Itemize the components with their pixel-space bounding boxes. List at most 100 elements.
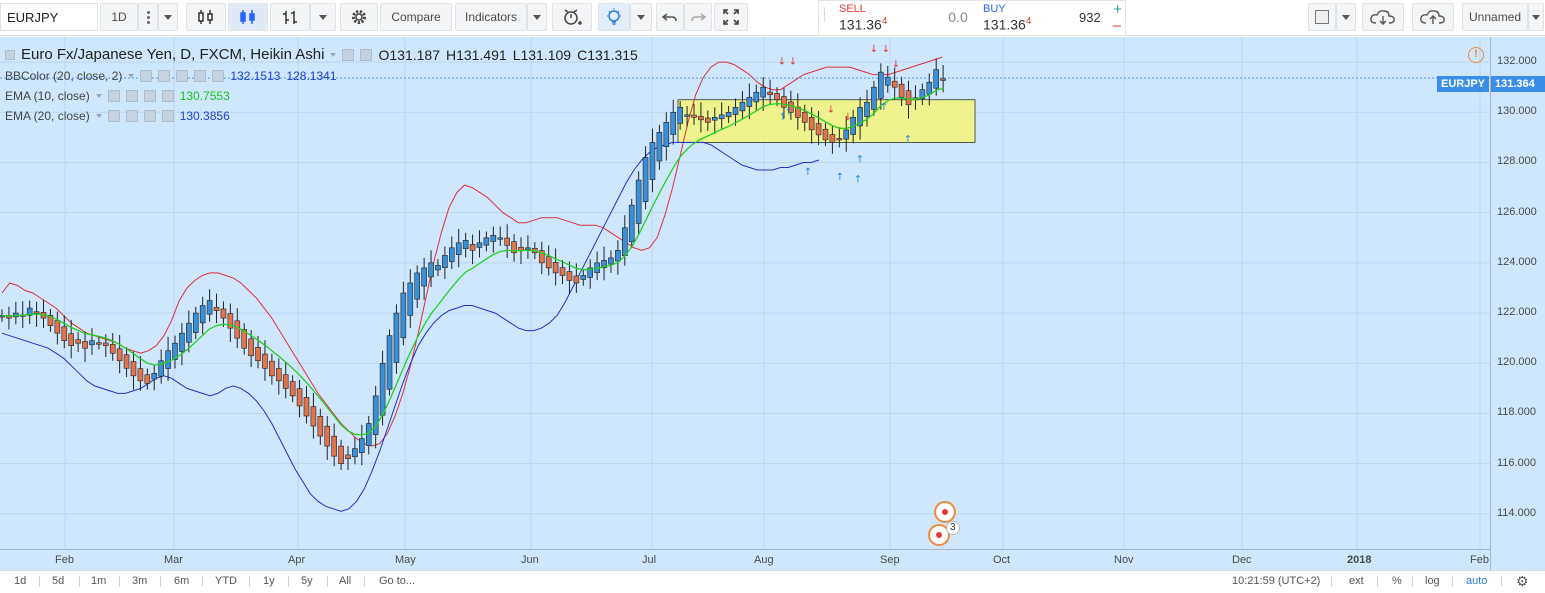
clock-time[interactable]: 10:21:59 (UTC+2) (1232, 575, 1320, 587)
square-icon (1315, 10, 1329, 24)
alarm-clock-icon (564, 9, 582, 25)
range-1y-button[interactable]: 1y (263, 575, 275, 587)
add-icon[interactable] (194, 70, 207, 82)
price-axis[interactable]: 132.000 130.000 128.000 126.000 124.000 122.0… (1490, 37, 1545, 570)
candle (116, 334, 123, 374)
chevron-down-icon (533, 14, 541, 20)
layout-dropdown[interactable] (1528, 3, 1544, 31)
color-square-button[interactable] (1308, 3, 1336, 31)
candle (635, 171, 642, 235)
layout-name-button[interactable]: Unnamed (1462, 3, 1528, 31)
add-icon[interactable] (143, 90, 156, 102)
range-3m-button[interactable]: 3m (132, 575, 147, 587)
sell-signal-arrow: ↓ (892, 59, 900, 70)
range-all-button[interactable]: All (339, 575, 351, 587)
interval-dropdown[interactable] (158, 3, 178, 31)
time-tick: Aug (754, 554, 774, 566)
range-1m-button[interactable]: 1m (91, 575, 106, 587)
auto-toggle[interactable]: auto (1466, 575, 1487, 587)
range-5d-button[interactable]: 5d (52, 575, 64, 587)
goto-button[interactable]: Go to... (379, 575, 415, 587)
bars-style-button[interactable] (186, 3, 226, 31)
load-layout-button[interactable] (1362, 3, 1404, 31)
candle (317, 408, 324, 445)
time-tick: Dec (1232, 554, 1252, 566)
settings-button[interactable] (340, 3, 378, 31)
candle (275, 358, 282, 395)
event-marker-icon[interactable] (934, 501, 956, 523)
sell-price: 131.36 (839, 16, 882, 33)
sell-button[interactable]: SELL 131.364 (833, 1, 931, 35)
quantity-decrease-button[interactable]: – (1113, 17, 1121, 34)
warning-icon[interactable]: ! (1468, 47, 1484, 63)
settings-icon[interactable] (125, 110, 138, 122)
fullscreen-button[interactable] (714, 3, 748, 31)
ext-toggle[interactable]: ext (1349, 575, 1364, 587)
candle (365, 415, 372, 455)
quantity-value[interactable]: 932 (1079, 10, 1101, 25)
percent-toggle[interactable]: % (1392, 575, 1402, 587)
buy-signal-arrow: ↑ (804, 167, 812, 178)
add-icon[interactable] (143, 110, 156, 122)
indicators-dropdown[interactable] (527, 3, 547, 31)
alert-button[interactable] (552, 3, 592, 31)
interval-button[interactable]: 1D (100, 3, 138, 31)
chart-type-dropdown[interactable] (310, 3, 336, 31)
high-value: H131.491 (445, 46, 507, 63)
settings-icon[interactable] (360, 48, 373, 61)
remove-icon[interactable] (161, 90, 174, 102)
undo-button[interactable] (656, 3, 684, 31)
drag-handle-icon[interactable]: ⁞ ⁞ (823, 8, 826, 24)
eye-icon[interactable] (107, 90, 120, 102)
indicators-button[interactable]: Indicators (455, 3, 527, 31)
candle (213, 293, 220, 324)
redo-button[interactable] (684, 3, 712, 31)
candle (144, 368, 151, 390)
candle (656, 124, 663, 170)
chevron-down-icon[interactable] (95, 114, 102, 118)
symbol-input[interactable] (0, 3, 98, 31)
source-icon[interactable] (176, 70, 189, 82)
interval-menu-icon[interactable] (138, 3, 158, 31)
range-6m-button[interactable]: 6m (174, 575, 189, 587)
range-ytd-button[interactable]: YTD (215, 575, 237, 587)
log-toggle[interactable]: log (1425, 575, 1440, 587)
last-price-badge: 131.364 (1491, 76, 1545, 92)
price-tick: 118.000 (1497, 406, 1536, 419)
chevron-down-icon[interactable] (95, 94, 102, 98)
save-layout-button[interactable] (1412, 3, 1454, 31)
eye-icon[interactable] (342, 48, 355, 61)
price-tick: 126.000 (1497, 205, 1537, 218)
time-axis[interactable]: Feb Mar Apr May Jun Jul Aug Sep Oct Nov Dec 2018 Feb (0, 549, 1490, 570)
event-cluster-badge[interactable]: 3 (946, 521, 960, 535)
range-5y-button[interactable]: 5y (301, 575, 313, 587)
cloud-upload-icon (1420, 10, 1445, 24)
settings-icon[interactable] (158, 70, 171, 82)
sell-signal-arrow: ↓ (827, 104, 835, 115)
color-square-dropdown[interactable] (1336, 3, 1356, 31)
ideas-dropdown[interactable] (630, 3, 652, 31)
quantity-increase-button[interactable]: + (1113, 1, 1122, 18)
candle (158, 349, 164, 384)
collapse-legend-icon[interactable] (5, 49, 15, 60)
candles-style-button[interactable] (228, 3, 268, 31)
eye-icon[interactable] (140, 70, 153, 82)
ideas-button[interactable] (598, 3, 630, 31)
settings-icon[interactable] (125, 90, 138, 102)
remove-icon[interactable] (212, 70, 225, 82)
range-1d-button[interactable]: 1d (14, 575, 26, 587)
chart-type-button[interactable] (270, 3, 310, 31)
candle (525, 235, 531, 259)
candle (476, 230, 483, 258)
gear-icon[interactable]: ⚙ (1516, 573, 1529, 590)
chart-pane[interactable]: ↓ ↓ ↓ ↓ ↓ ↓ ↓ ↑ ↑ ↑ ↑ ↑ ↑ ↑ ↑ Euro Fx/Japanese Yen, D,… (0, 37, 1545, 570)
candle (435, 259, 441, 277)
remove-icon[interactable] (161, 110, 174, 122)
compare-button[interactable]: Compare (380, 3, 452, 31)
chevron-down-icon[interactable] (128, 74, 135, 78)
candle (269, 353, 275, 385)
eye-icon[interactable] (107, 110, 120, 122)
buy-button[interactable]: BUY 131.364 (977, 1, 1075, 35)
chevron-down-icon[interactable] (330, 52, 337, 57)
event-count: 3 (950, 522, 956, 533)
